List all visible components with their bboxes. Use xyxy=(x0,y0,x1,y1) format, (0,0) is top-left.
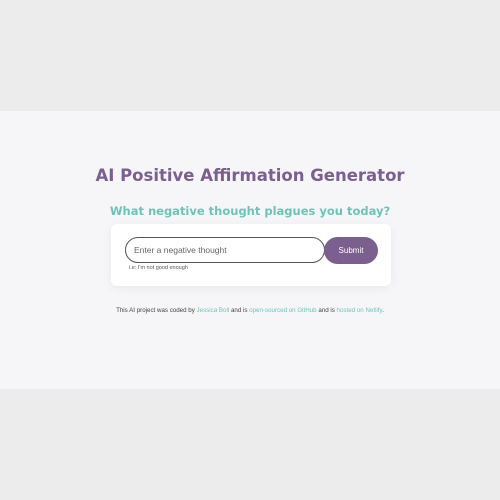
author-link[interactable]: Jessica Boll xyxy=(197,307,230,314)
footer-credits: This AI project was coded by Jessica Bol… xyxy=(110,306,390,315)
page-title: AI Positive Affirmation Generator xyxy=(95,166,405,185)
main-page: AI Positive Affirmation Generator What n… xyxy=(0,111,500,389)
footer-text: and is xyxy=(316,307,337,315)
affirmation-form: i.e: I'm not good enough Submit xyxy=(111,224,391,286)
github-link[interactable]: open-sourced on GitHub xyxy=(249,307,316,314)
footer-text: and is xyxy=(229,307,250,315)
netlify-link[interactable]: hosted on Netlify xyxy=(337,307,383,314)
submit-button[interactable]: Submit xyxy=(324,237,378,264)
negative-thought-input[interactable] xyxy=(125,237,325,263)
input-hint: i.e: I'm not good enough xyxy=(129,265,188,271)
page-subtitle: What negative thought plagues you today? xyxy=(109,204,391,218)
footer-text: This AI project was coded by xyxy=(116,307,197,315)
footer-text: . xyxy=(382,307,384,315)
